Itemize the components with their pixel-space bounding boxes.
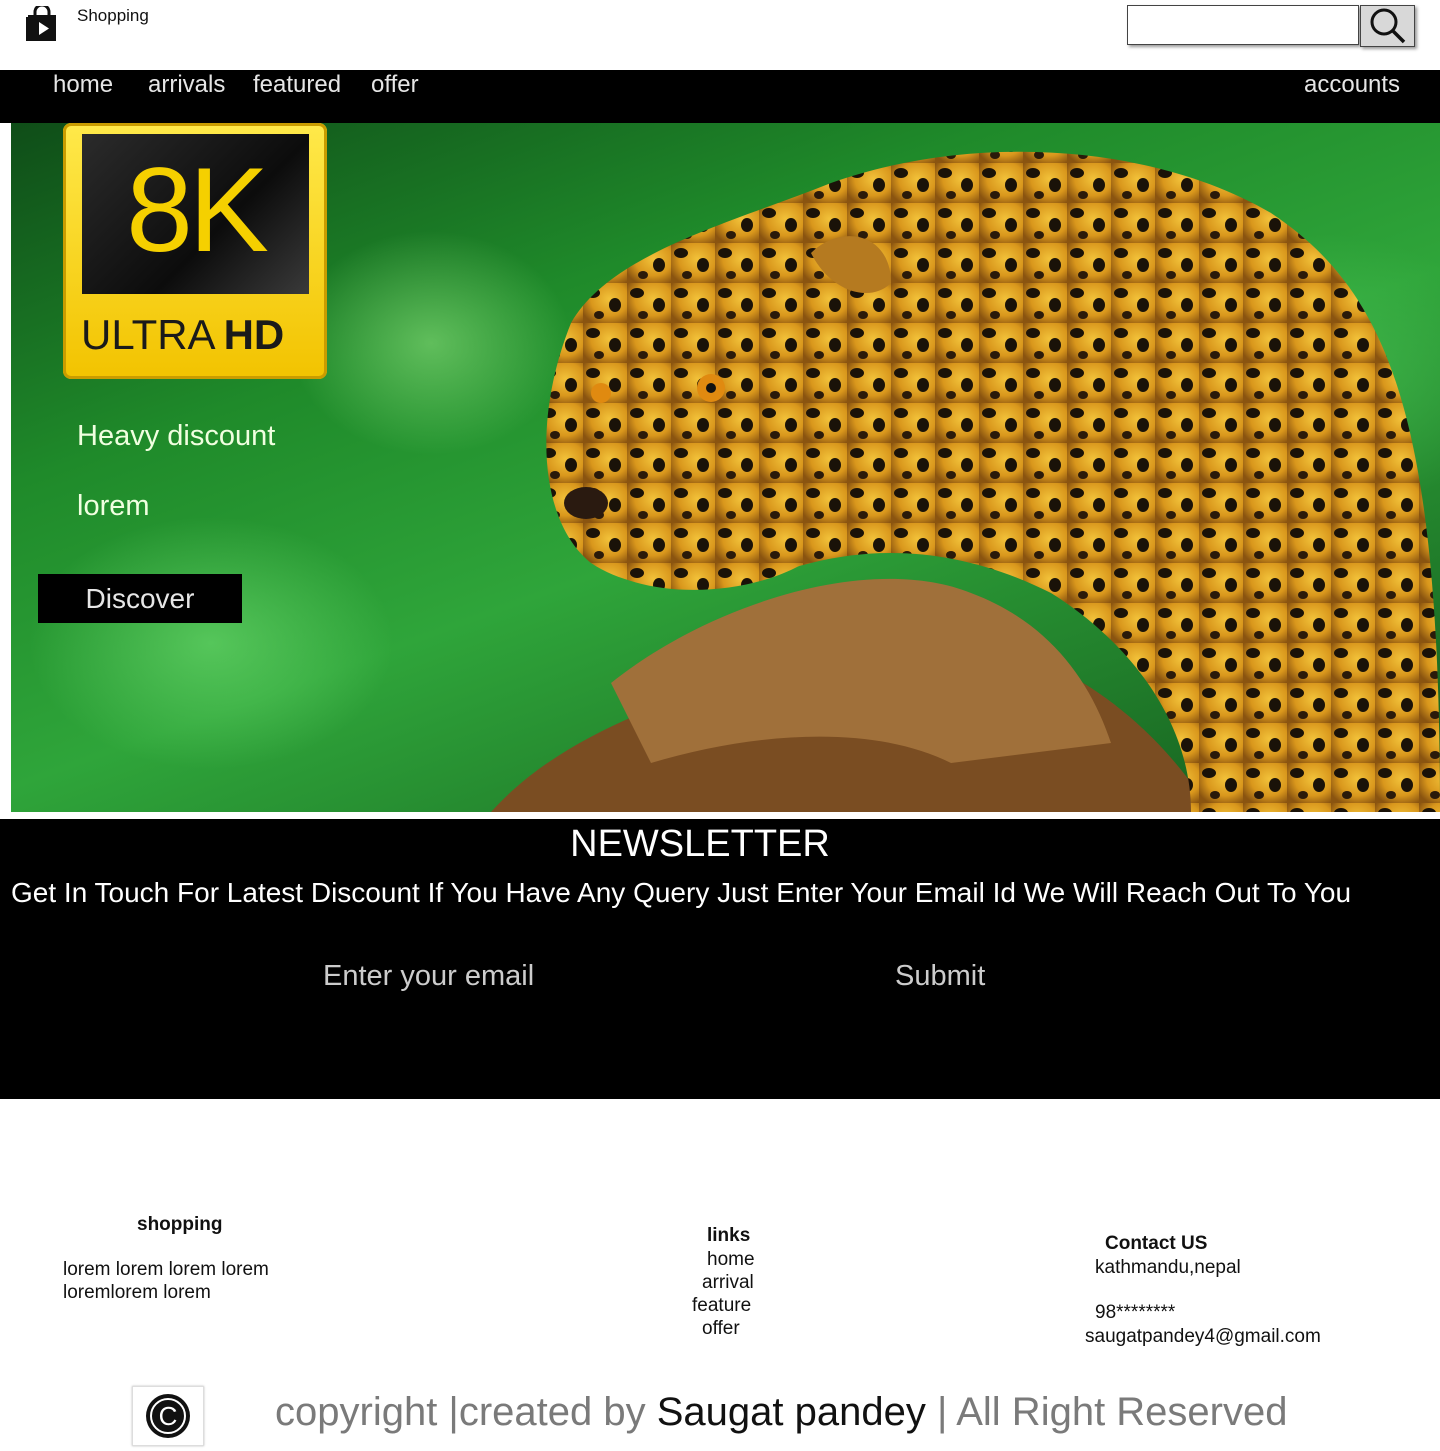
- footer-link-arrival[interactable]: arrival: [702, 1271, 754, 1294]
- shopping-bag-play-icon[interactable]: [26, 3, 58, 42]
- badge-ultra-hd-text: ULTRA HD: [81, 311, 284, 359]
- newsletter-title: NEWSLETTER: [570, 823, 830, 865]
- footer-contact-title: Contact US: [1105, 1233, 1208, 1254]
- footer-contact-address: kathmandu,nepal: [1095, 1257, 1241, 1278]
- copyright-line: copyright |created by Saugat pandey | Al…: [275, 1390, 1288, 1435]
- newsletter-text: Get In Touch For Latest Discount If You …: [11, 877, 1352, 908]
- search-bar: [1127, 5, 1415, 49]
- search-input[interactable]: [1127, 5, 1359, 45]
- newsletter-email-input[interactable]: Enter your email: [323, 960, 534, 993]
- created-by-label: created by: [458, 1390, 657, 1434]
- footer-shopping-line2: loremlorem lorem: [63, 1282, 211, 1303]
- ultra-hd-badge: 8K ULTRA HD: [63, 123, 327, 379]
- badge-dark-panel: 8K: [82, 134, 309, 294]
- nav-offer[interactable]: offer: [371, 70, 419, 100]
- nav-arrivals[interactable]: arrivals: [148, 70, 225, 100]
- author-name: Saugat pandey: [656, 1390, 926, 1434]
- discover-button[interactable]: Discover: [38, 574, 242, 623]
- brand-name[interactable]: Shopping: [77, 6, 149, 26]
- newsletter-submit-button[interactable]: Submit: [895, 960, 985, 993]
- nav-featured[interactable]: featured: [253, 70, 341, 100]
- footer-links-title: links: [707, 1225, 751, 1246]
- search-button[interactable]: [1360, 5, 1415, 47]
- footer-shopping-line1: lorem lorem lorem lorem: [63, 1259, 269, 1280]
- newsletter-section: NEWSLETTER Get In Touch For Latest Disco…: [0, 819, 1440, 1099]
- copyright-icon: C: [132, 1386, 204, 1446]
- badge-8k-text: 8K: [126, 143, 269, 277]
- svg-text:C: C: [159, 1401, 178, 1431]
- badge-ultra: ULTRA: [81, 311, 216, 358]
- nav-accounts[interactable]: accounts: [1304, 70, 1400, 100]
- footer-contact-email[interactable]: saugatpandey4@gmail.com: [1085, 1325, 1321, 1348]
- navbar: home arrivals featured offer accounts: [0, 70, 1440, 123]
- hero-subheading: lorem: [77, 490, 150, 522]
- footer-link-home[interactable]: home: [707, 1248, 755, 1271]
- nav-home[interactable]: home: [53, 70, 113, 100]
- hero-heading: Heavy discount: [77, 420, 276, 452]
- footer-contact-phone: 98********: [1095, 1302, 1176, 1323]
- footer-link-feature[interactable]: feature: [692, 1294, 751, 1317]
- copyright-label: copyright |: [275, 1390, 459, 1434]
- badge-hd: HD: [223, 311, 285, 358]
- rights-label: | All Right Reserved: [925, 1390, 1288, 1434]
- footer-shopping-title: shopping: [137, 1214, 223, 1235]
- search-icon: [1370, 8, 1405, 44]
- hero-banner: 8K ULTRA HD Heavy discount lorem Discover: [11, 123, 1440, 812]
- footer-link-offer[interactable]: offer: [702, 1317, 740, 1340]
